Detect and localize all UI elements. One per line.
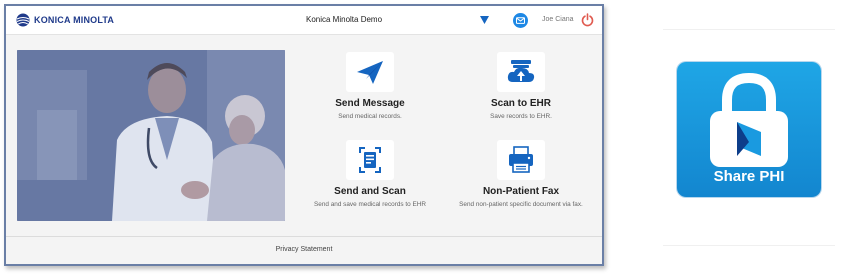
send-message-description: Send medical records. bbox=[338, 113, 402, 120]
app-title: Konica Minolta Demo bbox=[306, 15, 383, 24]
send-message-title: Send Message bbox=[335, 98, 405, 109]
non-patient-fax-description: Send non-patient specific document via f… bbox=[459, 201, 583, 208]
privacy-statement-link[interactable]: Privacy Statement bbox=[276, 246, 333, 253]
hero-image-doctor-patient bbox=[17, 50, 285, 221]
share-phi-app-icon[interactable]: Share PHI bbox=[677, 62, 821, 197]
mail-icon[interactable] bbox=[513, 13, 528, 28]
fax-icon bbox=[509, 146, 533, 173]
send-message-tile[interactable]: Send Message Send medical records. bbox=[295, 52, 445, 121]
konica-minolta-globe-icon bbox=[16, 13, 30, 27]
send-and-scan-title: Send and Scan bbox=[334, 186, 406, 197]
brand-name: KONICA MINOLTA bbox=[34, 15, 115, 25]
brand-logo: KONICA MINOLTA bbox=[16, 13, 114, 27]
send-and-scan-description: Send and save medical records to EHR bbox=[314, 201, 426, 208]
scan-to-ehr-icon-box bbox=[497, 52, 545, 92]
app-window: KONICA MINOLTA Konica Minolta Demo Joe C… bbox=[4, 4, 604, 266]
scan-to-ehr-title: Scan to EHR bbox=[490, 98, 551, 109]
document-scan-icon bbox=[359, 147, 381, 173]
caret-down-icon[interactable] bbox=[480, 16, 489, 24]
cloud-upload-icon bbox=[507, 60, 535, 82]
send-and-scan-icon-box bbox=[346, 140, 394, 180]
paper-plane-icon bbox=[357, 61, 383, 84]
send-message-icon-box bbox=[346, 52, 394, 92]
scan-to-ehr-description: Save records to EHR. bbox=[490, 113, 552, 120]
scan-to-ehr-tile[interactable]: Scan to EHR Save records to EHR. bbox=[446, 52, 596, 121]
main-content: Send Message Send medical records. Scan … bbox=[6, 36, 602, 238]
share-phi-label: Share PHI bbox=[713, 168, 785, 185]
non-patient-fax-title: Non-Patient Fax bbox=[482, 186, 560, 197]
footer: Privacy Statement bbox=[6, 236, 602, 264]
non-patient-fax-icon-box bbox=[497, 140, 545, 180]
send-and-scan-tile[interactable]: Send and Scan Send and save medical reco… bbox=[295, 140, 445, 209]
non-patient-fax-tile[interactable]: Non-Patient Fax Send non-patient specifi… bbox=[446, 140, 596, 209]
user-name[interactable]: Joe Ciana bbox=[542, 16, 574, 23]
top-bar: KONICA MINOLTA Konica Minolta Demo Joe C… bbox=[6, 6, 602, 35]
power-icon[interactable] bbox=[581, 13, 594, 27]
